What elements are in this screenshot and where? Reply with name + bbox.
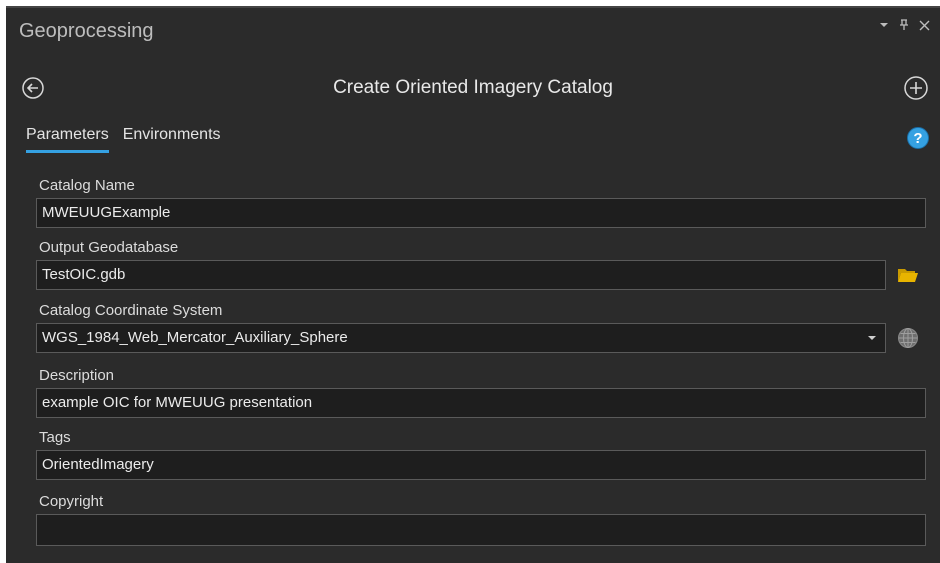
copyright-field: Copyright: [36, 492, 926, 546]
pane-title: Geoprocessing: [19, 20, 154, 42]
coordinate-system-select[interactable]: WGS_1984_Web_Mercator_Auxiliary_Sphere: [36, 323, 886, 353]
description-input[interactable]: example OIC for MWEUUG presentation: [36, 388, 926, 418]
tool-header: Create Oriented Imagery Catalog: [6, 72, 940, 106]
folder-open-icon[interactable]: [896, 263, 920, 287]
geoprocessing-pane: Geoprocessing Create Oriented Imagery Ca…: [6, 6, 940, 563]
copyright-label: Copyright: [39, 493, 104, 510]
coordinate-system-label: Catalog Coordinate System: [39, 302, 223, 319]
output-geodatabase-label: Output Geodatabase: [39, 239, 179, 256]
options-dropdown-icon[interactable]: [878, 18, 890, 32]
window-controls: [878, 18, 930, 32]
catalog-name-input[interactable]: MWEUUGExample: [36, 198, 926, 228]
output-geodatabase-field: Output Geodatabase TestOIC.gdb: [36, 238, 926, 290]
tab-environments[interactable]: Environments: [123, 126, 221, 153]
plus-circle-icon[interactable]: [903, 75, 929, 101]
tab-strip: Parameters Environments: [26, 126, 221, 153]
close-icon[interactable]: [918, 18, 930, 32]
copyright-input[interactable]: [36, 514, 926, 546]
coordinate-system-field: Catalog Coordinate System WGS_1984_Web_M…: [36, 301, 926, 353]
tags-input[interactable]: OrientedImagery: [36, 450, 926, 480]
description-label: Description: [39, 367, 115, 384]
pane-title-bar: Geoprocessing: [6, 8, 940, 56]
globe-icon[interactable]: [896, 326, 920, 350]
catalog-name-field: Catalog Name MWEUUGExample: [36, 176, 926, 228]
svg-text:?: ?: [913, 130, 922, 147]
tool-title: Create Oriented Imagery Catalog: [333, 77, 613, 98]
coordinate-system-value: WGS_1984_Web_Mercator_Auxiliary_Sphere: [42, 329, 348, 346]
help-circle-icon[interactable]: ?: [906, 126, 930, 150]
tags-field: Tags OrientedImagery: [36, 428, 926, 480]
catalog-name-label: Catalog Name: [39, 177, 135, 194]
description-field: Description example OIC for MWEUUG prese…: [36, 366, 926, 418]
output-geodatabase-input[interactable]: TestOIC.gdb: [36, 260, 886, 290]
tab-parameters[interactable]: Parameters: [26, 126, 109, 153]
tags-label: Tags: [39, 429, 71, 446]
chevron-down-icon[interactable]: [867, 324, 877, 352]
pin-icon[interactable]: [898, 18, 910, 32]
